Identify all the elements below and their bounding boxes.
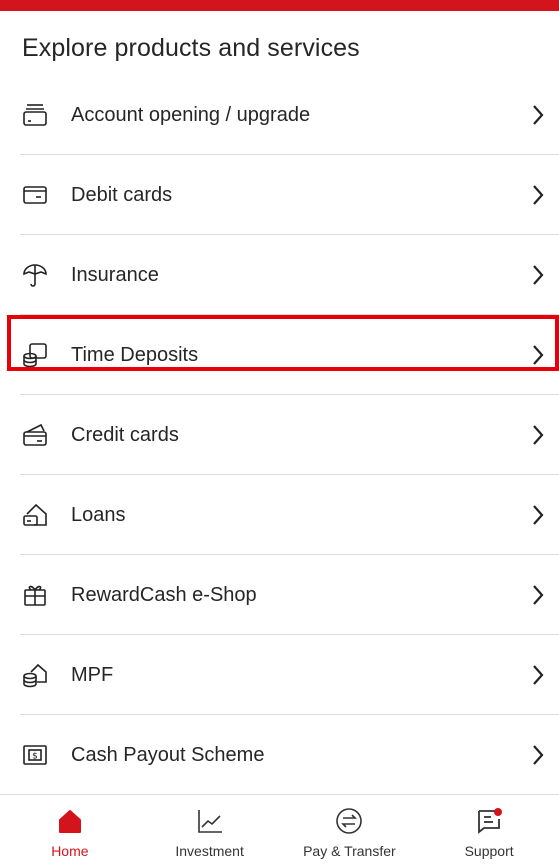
chevron-right-icon	[533, 345, 544, 365]
list-item-time-deposits[interactable]: Time Deposits	[0, 315, 559, 395]
gift-icon	[22, 582, 48, 608]
list-item-account-opening[interactable]: Account opening / upgrade	[0, 75, 559, 155]
item-label: Cash Payout Scheme	[71, 743, 265, 766]
chevron-right-icon	[533, 185, 544, 205]
loan-house-icon	[22, 502, 48, 528]
tab-home[interactable]: Home	[0, 795, 140, 867]
debit-card-icon	[22, 182, 48, 208]
list-item-cash-payout-scheme[interactable]: $ Cash Payout Scheme	[0, 715, 559, 795]
item-label: Account opening / upgrade	[71, 103, 311, 126]
account-opening-icon	[22, 102, 48, 128]
item-label: Insurance	[71, 263, 159, 286]
item-label: Credit cards	[71, 423, 179, 446]
list-item-mpf[interactable]: MPF	[0, 635, 559, 715]
list-item-debit-cards[interactable]: Debit cards	[0, 155, 559, 235]
transfer-icon	[336, 808, 363, 834]
top-bar	[0, 0, 559, 11]
svg-text:$: $	[32, 752, 38, 762]
umbrella-icon	[22, 262, 48, 288]
chart-icon	[197, 810, 222, 833]
chevron-right-icon	[533, 105, 544, 125]
tab-label: Home	[51, 843, 89, 859]
item-label: Loans	[71, 503, 126, 526]
tab-label: Support	[464, 843, 514, 859]
tab-label: Pay & Transfer	[303, 843, 396, 859]
page-title: Explore products and services	[22, 34, 360, 62]
bottom-tab-bar: Home Investment Pay & Transfer Support	[0, 794, 559, 867]
item-label: MPF	[71, 663, 114, 686]
home-icon	[58, 810, 81, 833]
item-label: Time Deposits	[71, 343, 199, 366]
tab-support[interactable]: Support	[419, 795, 559, 867]
cash-dollar-icon: $	[22, 742, 48, 768]
chevron-right-icon	[533, 265, 544, 285]
chevron-right-icon	[533, 505, 544, 525]
list-item-loans[interactable]: Loans	[0, 475, 559, 555]
credit-card-icon	[22, 422, 48, 448]
list-item-rewardcash-eshop[interactable]: RewardCash e-Shop	[0, 555, 559, 635]
tab-pay-transfer[interactable]: Pay & Transfer	[280, 795, 420, 867]
item-label: RewardCash e-Shop	[71, 583, 257, 606]
chevron-right-icon	[533, 745, 544, 765]
support-chat-icon	[478, 808, 503, 834]
item-label: Debit cards	[71, 183, 173, 206]
chevron-right-icon	[533, 665, 544, 685]
chevron-right-icon	[533, 425, 544, 445]
tab-investment[interactable]: Investment	[140, 795, 280, 867]
tab-label: Investment	[175, 843, 244, 859]
mpf-coins-house-icon	[22, 662, 48, 688]
products-list: Account opening / upgrade Debit cards In…	[0, 75, 559, 795]
chevron-right-icon	[533, 585, 544, 605]
list-item-insurance[interactable]: Insurance	[0, 235, 559, 315]
time-deposit-coins-icon	[22, 342, 48, 368]
list-item-credit-cards[interactable]: Credit cards	[0, 395, 559, 475]
